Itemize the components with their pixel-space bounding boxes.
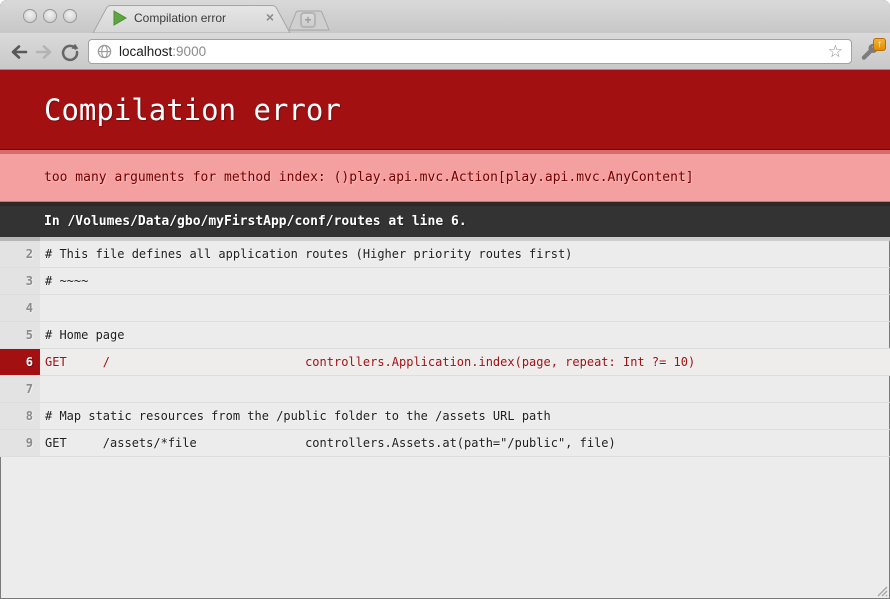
line-code: # This file defines all application rout… bbox=[40, 237, 890, 267]
url-port: :9000 bbox=[172, 44, 206, 59]
line-code: GET / controllers.Application.index(page… bbox=[40, 349, 890, 375]
error-location: In /Volumes/Data/gbo/myFirstApp/conf/rou… bbox=[0, 202, 890, 237]
line-code bbox=[40, 295, 890, 321]
update-badge: ↑ bbox=[873, 38, 886, 51]
code-listing: 2# This file defines all application rou… bbox=[0, 237, 890, 457]
line-code: GET /assets/*file controllers.Assets.at(… bbox=[40, 430, 890, 456]
line-number: 4 bbox=[0, 295, 40, 321]
resize-grip[interactable] bbox=[874, 583, 888, 597]
bookmark-star-icon[interactable]: ☆ bbox=[828, 43, 843, 60]
code-row: 7 bbox=[0, 376, 890, 403]
line-number: 3 bbox=[0, 268, 40, 294]
line-number: 6 bbox=[0, 349, 40, 375]
line-number: 9 bbox=[0, 430, 40, 456]
line-number: 2 bbox=[0, 237, 40, 267]
code-row: 5# Home page bbox=[0, 322, 890, 349]
minimize-window-button[interactable] bbox=[43, 9, 57, 23]
code-row: 3# ~~~~ bbox=[0, 268, 890, 295]
new-tab-plus-icon: + bbox=[300, 12, 316, 28]
code-row: 4 bbox=[0, 295, 890, 322]
line-code: # Map static resources from the /public … bbox=[40, 403, 890, 429]
code-row: 6GET / controllers.Application.index(pag… bbox=[0, 349, 890, 376]
code-row: 2# This file defines all application rou… bbox=[0, 237, 890, 268]
close-window-button[interactable] bbox=[23, 9, 37, 23]
wrench-menu-button[interactable]: ↑ bbox=[858, 41, 884, 65]
line-number: 7 bbox=[0, 376, 40, 402]
line-number: 8 bbox=[0, 403, 40, 429]
tab-strip: Compilation error × + bbox=[0, 0, 890, 33]
error-page: Compilation error too many arguments for… bbox=[0, 70, 890, 599]
reload-button[interactable] bbox=[60, 42, 80, 62]
url-text[interactable]: localhost:9000 bbox=[119, 44, 828, 59]
page-background bbox=[0, 457, 890, 599]
line-number: 5 bbox=[0, 322, 40, 348]
window-controls bbox=[23, 9, 77, 23]
url-host: localhost bbox=[119, 44, 172, 59]
address-bar[interactable]: localhost:9000 ☆ bbox=[88, 39, 852, 64]
globe-icon bbox=[97, 44, 112, 59]
error-detail: too many arguments for method index: ()p… bbox=[0, 150, 890, 202]
zoom-window-button[interactable] bbox=[63, 9, 77, 23]
browser-window: Compilation error × + localhost:9000 ☆ bbox=[0, 0, 890, 599]
line-code bbox=[40, 376, 890, 402]
back-button[interactable] bbox=[9, 42, 29, 62]
play-framework-favicon-icon bbox=[112, 10, 127, 26]
code-row: 9GET /assets/*file controllers.Assets.at… bbox=[0, 430, 890, 457]
forward-button[interactable] bbox=[34, 42, 54, 62]
tab-title: Compilation error bbox=[134, 11, 254, 25]
toolbar: localhost:9000 ☆ ↑ bbox=[0, 33, 890, 70]
tab-close-icon[interactable]: × bbox=[262, 9, 278, 25]
line-code: # ~~~~ bbox=[40, 268, 890, 294]
code-row: 8# Map static resources from the /public… bbox=[0, 403, 890, 430]
page-title: Compilation error bbox=[0, 70, 890, 150]
line-code: # Home page bbox=[40, 322, 890, 348]
